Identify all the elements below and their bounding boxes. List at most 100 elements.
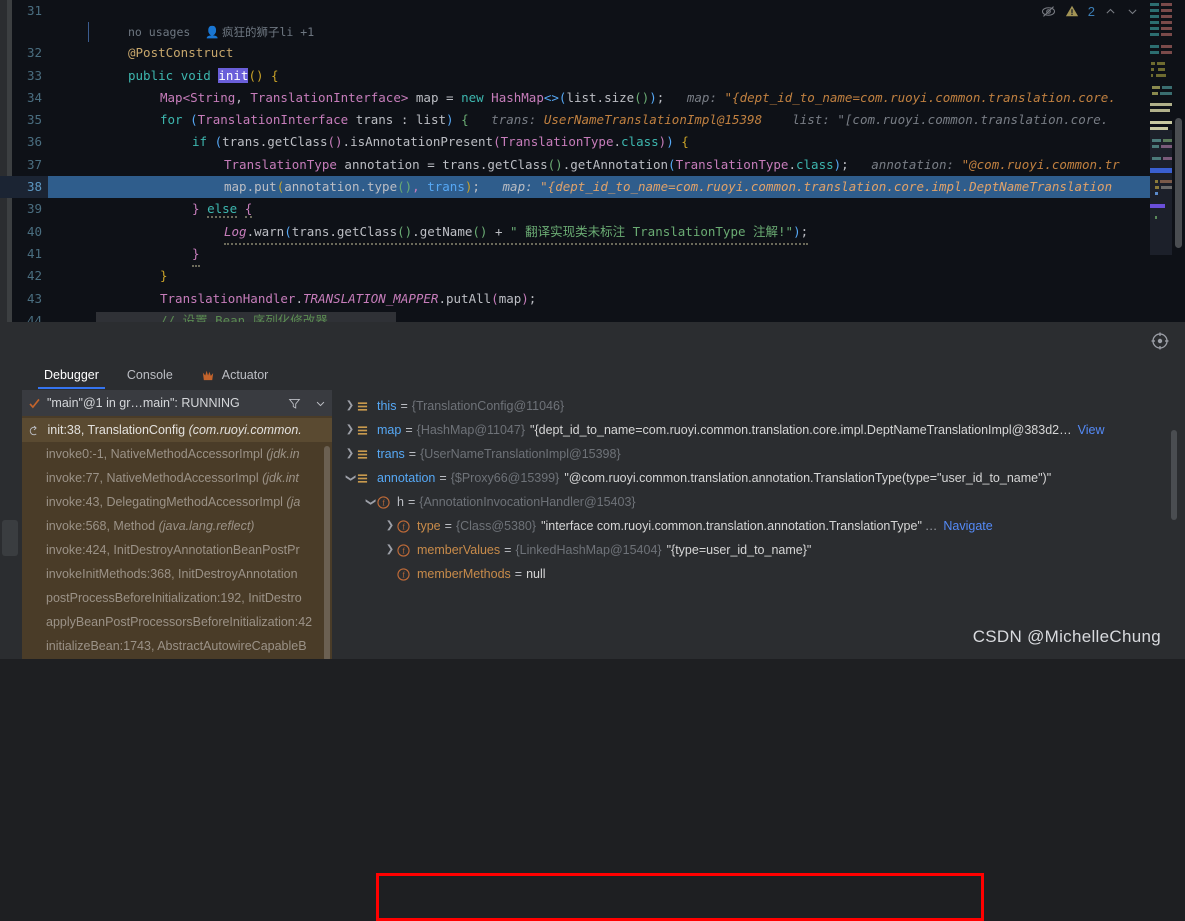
line-number: 39 — [26, 201, 42, 217]
variables-scrollbar-thumb[interactable] — [1171, 430, 1177, 520]
variable-name: map — [377, 423, 402, 437]
stack-frame[interactable]: invokeInitMethods:368, InitDestroyAnnota… — [22, 562, 332, 586]
editor-scrollbar[interactable] — [1172, 0, 1185, 322]
field-type: {Class@5380} — [455, 519, 537, 533]
equals-sign: = — [444, 519, 452, 533]
chevron-down-icon[interactable] — [1126, 5, 1139, 18]
line-number: 36 — [26, 134, 42, 150]
field-value: "interface com.ruoyi.common.translation.… — [541, 519, 922, 533]
chevron-right-icon[interactable]: ❯ — [343, 418, 357, 442]
warning-count: 2 — [1087, 3, 1095, 19]
code-minimap[interactable] — [1150, 0, 1172, 322]
stack-frame[interactable]: invoke:77, NativeMethodAccessorImpl (jdk… — [22, 466, 332, 490]
inspection-widget[interactable]: 2 — [1035, 0, 1145, 22]
chevron-right-icon[interactable]: ❯ — [343, 442, 357, 466]
field-row-h[interactable]: ❯ f h = {AnnotationInvocationHandler@154… — [335, 490, 1178, 514]
code-line[interactable]: 42 } — [0, 265, 1150, 287]
code-line[interactable]: 33 public void init() { — [0, 65, 1150, 87]
view-link[interactable]: View — [1078, 418, 1105, 442]
annotation-highlight-box — [376, 873, 984, 921]
field-row-membervalues[interactable]: ❯ f memberValues = {LinkedHashMap@15404}… — [335, 538, 1178, 562]
stack-frame[interactable]: invoke:424, InitDestroyAnnotationBeanPos… — [22, 538, 332, 562]
line-number: 41 — [26, 245, 42, 261]
tab-debugger[interactable]: Debugger — [30, 362, 113, 389]
stack-frame[interactable]: invoke0:-1, NativeMethodAccessorImpl (jd… — [22, 442, 332, 466]
debugger-panel[interactable]: Debugger Console Actuator "main"@1 in gr… — [0, 360, 1185, 921]
check-mark-icon — [28, 397, 41, 410]
field-row-membermethods[interactable]: f memberMethods = null — [335, 562, 1178, 586]
stack-frame[interactable]: postProcessBeforeInitialization:192, Ini… — [22, 586, 332, 610]
chevron-down-icon[interactable]: ❯ — [338, 471, 362, 485]
debug-tool-tabs[interactable]: Debugger Console Actuator — [22, 360, 1185, 390]
code-line[interactable]: 35 for (TranslationInterface trans : lis… — [0, 109, 1150, 131]
line-number: 38 — [0, 176, 48, 199]
stack-frame-pkg: (java.lang.reflect) — [158, 519, 255, 533]
code-line[interactable]: 43 TranslationHandler.TRANSLATION_MAPPER… — [0, 288, 1150, 310]
editor-scrollbar-thumb[interactable] — [1175, 118, 1182, 248]
chevron-up-icon[interactable] — [1104, 5, 1117, 18]
stack-frames-list[interactable]: init:38, TranslationConfig (com.ruoyi.co… — [22, 416, 332, 659]
filter-funnel-icon[interactable] — [288, 397, 301, 410]
usage-hint-author[interactable]: 疯狂的狮子li +1 — [222, 22, 314, 42]
warning-triangle-icon[interactable] — [1065, 4, 1079, 18]
chevron-down-icon[interactable] — [315, 398, 326, 409]
crosshair-target-icon[interactable] — [1149, 330, 1171, 352]
code-line[interactable]: 41 } — [0, 243, 1150, 268]
eye-crossed-icon[interactable] — [1041, 4, 1056, 19]
variable-row[interactable]: ❯ this = {TranslationConfig@11046} — [335, 394, 1178, 418]
chevron-right-icon[interactable]: ❯ — [383, 514, 397, 538]
frames-column[interactable]: "main"@1 in gr…main": RUNNING init:38, T… — [22, 390, 332, 659]
variable-row-annotation[interactable]: ❯ annotation = {$Proxy66@15399} "@com.ru… — [335, 466, 1178, 490]
field-row-type[interactable]: ❯ f type = {Class@5380} "interface com.r… — [335, 514, 1178, 538]
rail-handle[interactable] — [2, 520, 18, 556]
person-icon: 👤 — [205, 25, 220, 40]
chevron-right-icon[interactable]: ❯ — [383, 538, 397, 562]
tab-actuator[interactable]: Actuator — [187, 362, 283, 389]
navigate-link[interactable]: Navigate — [943, 514, 992, 538]
variable-value: "{dept_id_to_name=com.ruoyi.common.trans… — [530, 423, 1072, 437]
code-line[interactable]: 31 — [0, 0, 1150, 22]
code-line-current[interactable]: 38 map.put(annotation.type(), trans); ma… — [0, 176, 1150, 199]
line-number: 34 — [26, 89, 42, 105]
chevron-right-icon[interactable]: ❯ — [343, 394, 357, 418]
field-name: h — [397, 495, 404, 509]
line-number: 35 — [26, 112, 42, 128]
stack-frame[interactable]: initializeBean:1743, AbstractAutowireCap… — [22, 634, 332, 658]
code-lines[interactable]: 31 no usages 👤 疯狂的狮子li +1 32 @PostConstr… — [0, 0, 1150, 322]
stack-frame-label: applyBeanPostProcessorsBeforeInitializat… — [46, 615, 313, 629]
code-line[interactable]: 44 // 设置 Bean 序列化修改器 — [0, 310, 1150, 322]
ellipsis: … — [924, 519, 938, 533]
usage-hint-row[interactable]: no usages 👤 疯狂的狮子li +1 — [0, 22, 1150, 43]
code-line[interactable]: 40 Log.warn(trans.getClass().getName() +… — [0, 221, 1150, 245]
tab-debugger-label: Debugger — [44, 367, 99, 382]
minimap-viewport[interactable] — [1150, 130, 1172, 255]
frames-scrollbar-thumb[interactable] — [324, 446, 330, 659]
variable-row[interactable]: ❯ trans = {UserNameTranslationImpl@15398… — [335, 442, 1178, 466]
stack-frame[interactable]: applyBeanPostProcessorsBeforeInitializat… — [22, 610, 332, 634]
code-line[interactable]: 32 @PostConstruct — [0, 42, 1150, 64]
variable-type: {UserNameTranslationImpl@15398} — [420, 447, 621, 461]
code-line[interactable]: 39 } else { — [0, 198, 1150, 220]
variable-icon — [357, 425, 373, 436]
variables-tree[interactable]: ❯ this = {TranslationConfig@11046} ❯ map… — [335, 390, 1178, 659]
chevron-down-icon[interactable]: ❯ — [358, 495, 382, 509]
tab-console[interactable]: Console — [113, 362, 187, 389]
field-value: null — [526, 567, 546, 581]
thread-selector[interactable]: "main"@1 in gr…main": RUNNING — [22, 390, 332, 416]
code-line[interactable]: 36 if (trans.getClass().isAnnotationPres… — [0, 131, 1150, 153]
stack-frame[interactable]: invoke:568, Method (java.lang.reflect) — [22, 514, 332, 538]
stack-frame[interactable]: invoke:43, DelegatingMethodAccessorImpl … — [22, 490, 332, 514]
thread-label: "main"@1 in gr…main": RUNNING — [47, 396, 240, 410]
field-name: memberMethods — [417, 567, 511, 581]
code-line[interactable]: 34 Map<String, TranslationInterface> map… — [0, 87, 1150, 109]
stack-frame-label: invoke0:-1, NativeMethodAccessorImpl — [46, 447, 263, 461]
stack-frame-pkg: (ja — [286, 495, 301, 509]
usage-hint-text[interactable]: no usages — [128, 22, 190, 42]
code-line[interactable]: 37 TranslationType annotation = trans.ge… — [0, 154, 1150, 176]
editor-bottom-strip — [0, 322, 1185, 360]
variable-row[interactable]: ❯ map = {HashMap@11047} "{dept_id_to_nam… — [335, 418, 1178, 442]
line-number: 42 — [26, 268, 42, 284]
equals-sign: = — [504, 543, 512, 557]
code-editor[interactable]: 31 no usages 👤 疯狂的狮子li +1 32 @PostConstr… — [0, 0, 1185, 322]
stack-frame-selected[interactable]: init:38, TranslationConfig (com.ruoyi.co… — [22, 418, 332, 442]
